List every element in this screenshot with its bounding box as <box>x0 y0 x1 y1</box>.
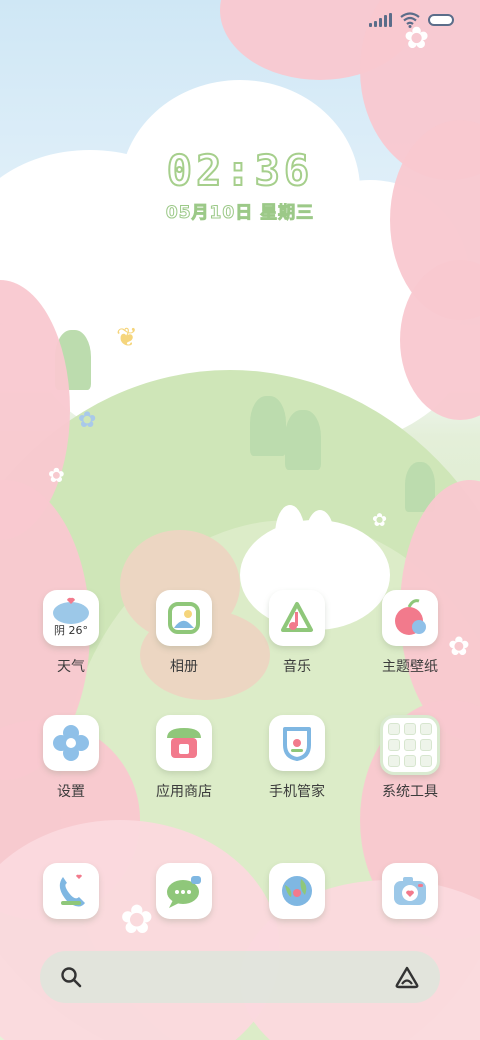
app-label: 设置 <box>57 784 85 800</box>
app-music[interactable]: 音乐 <box>247 590 347 676</box>
app-label: 主题壁纸 <box>382 659 438 675</box>
folder-icon <box>380 715 440 775</box>
app-gallery[interactable]: 相册 <box>134 590 234 676</box>
app-weather[interactable]: 阴 26° 天气 <box>21 590 121 676</box>
signal-icon <box>369 13 392 27</box>
app-store[interactable]: 应用商店 <box>134 715 234 801</box>
app-label: 系统工具 <box>382 784 438 800</box>
app-label: 相册 <box>170 659 198 675</box>
app-themes[interactable]: 主题壁纸 <box>360 590 460 676</box>
app-store-icon <box>156 715 212 771</box>
battery-icon <box>428 14 454 26</box>
phone-manager-icon <box>269 715 325 771</box>
app-label: 音乐 <box>283 659 311 675</box>
wifi-icon <box>400 12 420 28</box>
app-folder-system-tools[interactable]: 系统工具 <box>360 715 460 801</box>
settings-icon <box>43 715 99 771</box>
folder-preview-grid <box>388 723 432 767</box>
camera-icon <box>382 863 438 919</box>
gallery-icon <box>156 590 212 646</box>
phone-icon <box>43 863 99 919</box>
browser-icon <box>269 863 325 919</box>
clock-time: 02:36 <box>166 145 314 196</box>
weather-icon: 阴 26° <box>43 590 99 646</box>
messages-icon <box>156 863 212 919</box>
dock-camera[interactable] <box>360 863 460 919</box>
dock-phone[interactable] <box>21 863 121 919</box>
dock-browser[interactable] <box>247 863 347 919</box>
app-label: 手机管家 <box>269 784 325 800</box>
clock-date: 05月10日 星期三 <box>165 203 315 224</box>
search-bar[interactable] <box>40 951 440 1003</box>
weather-text: 阴 26° <box>54 624 88 637</box>
home-screen: ✿ ✿ ✿ ✿ ❦ ✿ ✿ 02:36 05月10日 星期三 阴 26° 天气 … <box>0 0 480 1040</box>
status-bar <box>369 10 454 30</box>
search-icon[interactable] <box>60 966 82 988</box>
app-label: 应用商店 <box>156 784 212 800</box>
assistant-icon[interactable] <box>394 965 420 989</box>
app-settings[interactable]: 设置 <box>21 715 121 801</box>
themes-icon <box>382 590 438 646</box>
app-label: 天气 <box>57 659 85 675</box>
dock-messages[interactable] <box>134 863 234 919</box>
music-icon <box>269 590 325 646</box>
app-phone-manager[interactable]: 手机管家 <box>247 715 347 801</box>
